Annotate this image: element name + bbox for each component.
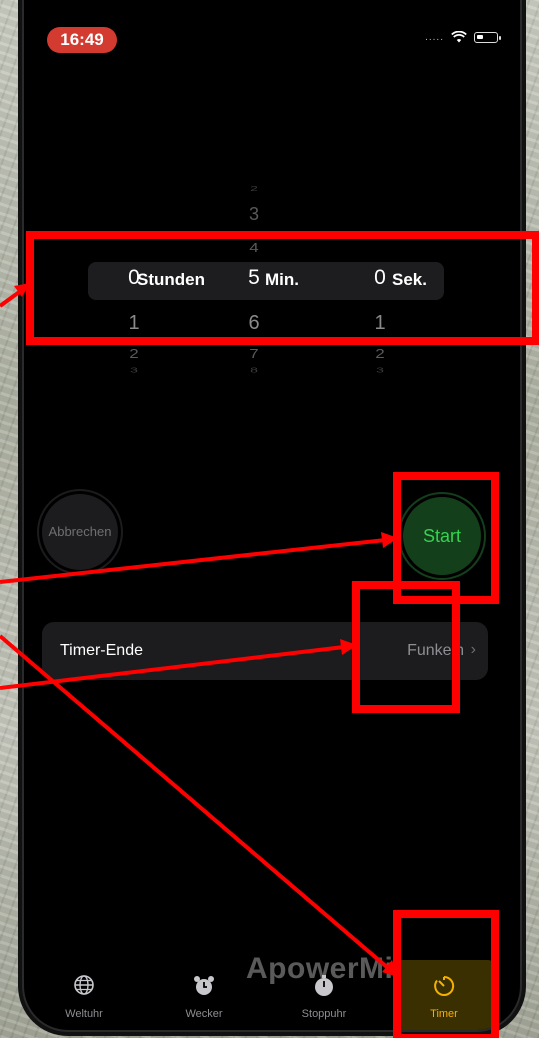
chevron-right-icon: › — [470, 641, 476, 658]
globe-icon — [74, 975, 94, 995]
tab-bar: Weltuhr Wecker Stoppuhr Timer — [24, 960, 520, 1030]
tab-weltuhr[interactable]: Weltuhr — [34, 960, 134, 1030]
cancel-button[interactable]: Abbrechen — [42, 494, 118, 570]
seconds-next-3: 3 — [376, 366, 384, 374]
wifi-icon — [451, 31, 467, 43]
tab-timer[interactable]: Timer — [394, 960, 494, 1030]
start-button[interactable]: Start — [403, 497, 481, 575]
tab-label: Stoppuhr — [301, 1008, 347, 1020]
minutes-prev-1: 4 — [249, 240, 259, 255]
hours-unit: Stunden — [137, 270, 205, 289]
status-bar: 16:49 ..... — [24, 0, 520, 60]
seconds-unit: Sek. — [392, 270, 427, 289]
minutes-next-3: 8 — [250, 366, 258, 374]
tab-stoppuhr[interactable]: Stoppuhr — [274, 960, 374, 1030]
timer-end-row[interactable]: Timer-Ende Funkeln › — [42, 622, 488, 680]
timer-icon — [434, 975, 455, 996]
phone-screen: 16:49 ..... 0 1 2 3 Stunden 2 3 4 5 6 7 … — [24, 0, 520, 1030]
duration-picker[interactable]: 0 1 2 3 Stunden 2 3 4 5 6 7 8 Min. 0 1 2… — [24, 170, 520, 400]
tab-wecker[interactable]: Wecker — [154, 960, 254, 1030]
signal-icon: ..... — [425, 31, 444, 43]
minutes-prev-2: 3 — [248, 204, 259, 224]
alarm-clock-icon — [194, 976, 214, 995]
tab-label: Timer — [430, 1008, 458, 1020]
status-time: 16:49 — [47, 27, 117, 53]
battery-icon — [474, 31, 501, 43]
tab-label: Weltuhr — [65, 1008, 103, 1020]
minutes-prev-3: 2 — [250, 183, 258, 193]
hours-next-1: 1 — [128, 312, 140, 334]
tab-label: Wecker — [185, 1008, 223, 1020]
hours-next-3: 3 — [130, 366, 138, 374]
minutes-unit: Min. — [265, 270, 299, 289]
seconds-next-2: 2 — [375, 346, 385, 361]
timer-end-value: Funkeln — [407, 642, 464, 659]
stopwatch-icon — [315, 975, 333, 996]
timer-end-label: Timer-Ende — [60, 642, 143, 659]
minutes-next-2: 7 — [249, 346, 259, 361]
minutes-next-1: 6 — [248, 312, 260, 334]
status-icons: ..... — [425, 31, 501, 43]
seconds-next-1: 1 — [374, 312, 386, 334]
hours-next-2: 2 — [129, 346, 139, 361]
